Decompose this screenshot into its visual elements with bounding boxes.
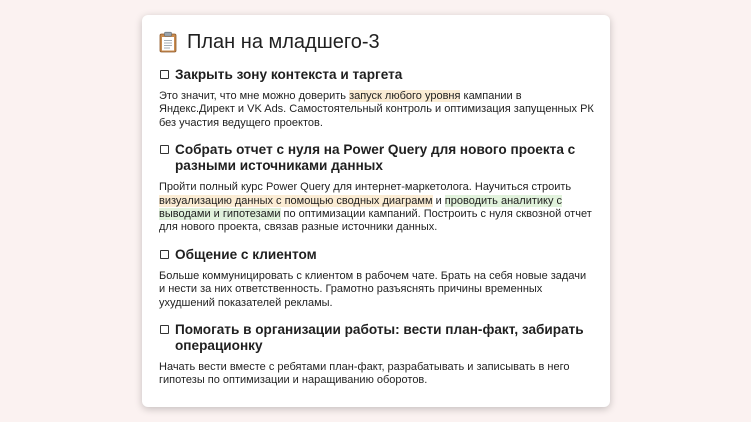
checkbox-icon[interactable] xyxy=(160,249,169,259)
page-title: План на младшего-3 xyxy=(187,31,380,53)
description-text: и xyxy=(432,194,445,207)
section-heading-text: Закрыть зону контекста и таргета xyxy=(175,67,403,82)
section-heading-text: Помогать в организации работы: вести пла… xyxy=(175,322,584,354)
section-heading-text: Собрать отчет с нуля на Power Query для … xyxy=(175,142,576,174)
section-description: Начать вести вместе с ребятами план-факт… xyxy=(159,361,594,388)
section-description: Пройти полный курс Power Query для интер… xyxy=(159,181,594,235)
checkbox-icon[interactable] xyxy=(160,325,169,335)
section-heading: Закрыть зону контекста и таргета xyxy=(159,67,594,83)
description-text: Начать вести вместе с ребятами план-факт… xyxy=(159,361,570,387)
section-3: Помогать в организации работы: вести пла… xyxy=(159,322,594,388)
section-0: Закрыть зону контекста и таргета Это зна… xyxy=(159,67,594,130)
description-text: Это значит, что мне можно доверить xyxy=(159,90,350,102)
description-text: Пройти полный курс Power Query для интер… xyxy=(159,181,572,194)
highlighted-text: визуализацию данных с помощью сводных ди… xyxy=(159,194,433,207)
highlighted-text: запуск любого уровня xyxy=(349,90,461,102)
section-heading: Общение с клиентом xyxy=(159,247,594,263)
plan-card: План на младшего-3 Закрыть зону контекст… xyxy=(142,15,610,407)
section-description: Больше коммуницировать с клиентом в рабо… xyxy=(159,270,594,310)
section-heading: Собрать отчет с нуля на Power Query для … xyxy=(159,142,594,174)
checkbox-icon[interactable] xyxy=(160,145,169,155)
description-text: Больше коммуницировать с клиентом в рабо… xyxy=(159,269,587,309)
section-heading-text: Общение с клиентом xyxy=(175,246,317,262)
section-1: Собрать отчет с нуля на Power Query для … xyxy=(159,142,594,235)
clipboard-icon xyxy=(159,31,177,53)
title-row: План на младшего-3 xyxy=(159,31,594,53)
section-2: Общение с клиентом Больше коммуницироват… xyxy=(159,247,594,310)
checkbox-icon[interactable] xyxy=(160,70,169,79)
section-heading: Помогать в организации работы: вести пла… xyxy=(159,322,594,354)
section-description: Это значит, что мне можно доверить запус… xyxy=(159,90,594,130)
sections-list: Закрыть зону контекста и таргета Это зна… xyxy=(159,67,594,388)
